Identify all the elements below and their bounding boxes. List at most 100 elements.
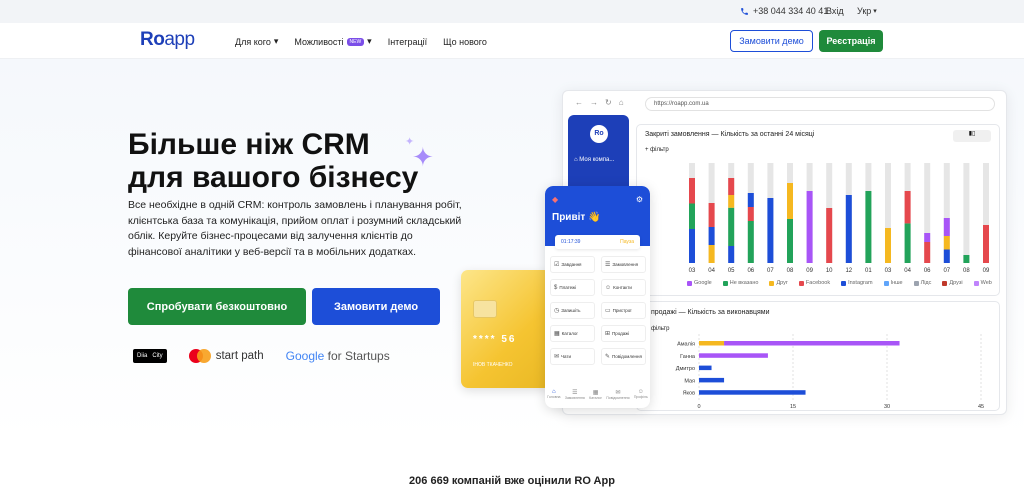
x-tick-label: 07 [767, 268, 774, 274]
bar [699, 353, 768, 358]
mobile-nav-item[interactable]: ⌂ Головна [547, 389, 560, 408]
mobile-menu-tile[interactable]: ☰ Замовлення [601, 256, 646, 273]
try-free-button[interactable]: Спробувати безкоштовно [128, 288, 306, 325]
company-name: ⌂ Моя компа... [574, 157, 614, 163]
bar-segment [747, 207, 754, 221]
y-tick-label: Мая [684, 378, 695, 384]
diia-logo-text: Diia [137, 353, 148, 359]
mobile-menu-tile[interactable]: ▦ Каталог [550, 325, 595, 342]
partner-logos: Diia City start path Google for Startups [133, 349, 390, 363]
mobile-nav-label: Головна [547, 395, 561, 399]
mobile-nav-icon: ▦ [592, 390, 599, 396]
hero-title: Більше ніж CRM для вашого бізнесу [128, 128, 448, 194]
nav-for-whom[interactable]: Для кого ▾ [235, 36, 278, 47]
x-tick-label: 09 [806, 268, 813, 274]
mobile-menu-tile[interactable]: ✉ Чати [550, 348, 595, 365]
order-demo-button[interactable]: Замовити демо [730, 30, 813, 52]
legend-label: Facebook [805, 280, 831, 286]
mobile-nav-item[interactable]: ✉ Повідомлення [606, 389, 629, 408]
legend-item: Друг [769, 280, 788, 286]
bar-segment [747, 193, 754, 207]
chart1-plot: 03 04 05 06 07 08 09 10 12 01 03 04 06 07 08 09 [689, 163, 990, 274]
nav-features[interactable]: Можливості NEW ▾ [294, 36, 371, 47]
bar [724, 341, 900, 346]
x-tick-label: 08 [963, 268, 970, 274]
legend-swatch [973, 280, 979, 286]
legend-label: Google [694, 280, 712, 286]
bar-segment [728, 207, 735, 246]
mastercard-icon [188, 349, 211, 363]
bar-segment [943, 236, 950, 250]
bar-segment [845, 195, 852, 263]
mobile-menu-tile[interactable]: ✎ Повідомлення [601, 348, 646, 365]
mobile-nav-label: Замовлення [564, 396, 585, 400]
x-tick-label: 01 [865, 268, 872, 274]
menu-tile-icon: ☑ [554, 262, 560, 268]
register-button[interactable]: Реєстрація [819, 30, 883, 52]
legend-swatch [769, 280, 775, 286]
bar-segment [943, 218, 950, 236]
nav-integrations[interactable]: Інтеграції [388, 36, 427, 47]
bar-segment [689, 203, 695, 229]
bar-segment [787, 183, 793, 219]
logo-app: app [164, 29, 195, 50]
mobile-bottom-nav: ⌂ Головна ☰ Замовлення ▦ Каталог ✉ Повідомлення… [545, 384, 650, 408]
x-tick-label: 04 [904, 268, 911, 274]
nav-whats-new[interactable]: Що нового [443, 36, 487, 47]
settings-icon: ⚙ [635, 195, 643, 204]
bar-segment [943, 249, 950, 263]
bar-segment [983, 225, 989, 263]
bar-segment [885, 228, 891, 263]
main-nav: Для кого ▾ Можливості NEW ▾ Інтеграції Що н… [235, 36, 487, 47]
time-tracker: 01:17:39 Пауза [555, 235, 640, 249]
mobile-menu-tile[interactable]: ☺ Контакти [601, 279, 646, 296]
bar-segment [708, 227, 715, 245]
ro-app-logo[interactable]: Roapp [140, 29, 195, 51]
menu-tile-icon: ✉ [554, 354, 560, 360]
new-badge: NEW [346, 37, 365, 46]
chart1-legend: Google Не вказано Друг Facebook Instagram Інш… [687, 280, 992, 286]
bar-segment [826, 208, 833, 263]
mobile-menu-tile[interactable]: ⊞ Продажі [601, 325, 646, 342]
bar-segment [747, 221, 754, 263]
home-icon: ⌂ [618, 98, 624, 107]
mobile-nav-label: Каталог [589, 396, 602, 400]
mobile-menu-tile[interactable]: ☑ Завдання [550, 256, 595, 273]
y-tick-label: Ганна [680, 354, 696, 360]
closed-orders-chart: Закриті замовлення — Кількість за останн… [636, 124, 1000, 296]
reload-icon: ↻ [605, 98, 612, 107]
timer-value: 01:17:39 [561, 239, 581, 245]
mobile-nav-item[interactable]: ☺ Профіль [634, 389, 648, 408]
legend-swatch [687, 280, 692, 286]
x-tick-label: 04 [708, 268, 715, 274]
mobile-greeting: Привіт 👋 [552, 212, 601, 223]
legend-swatch [841, 280, 847, 286]
mobile-nav-item[interactable]: ☰ Замовлення [565, 389, 585, 408]
menu-tile-label: Каталог [561, 331, 579, 336]
sparkle-icon: ✦ [412, 142, 434, 172]
pause-button[interactable]: Пауза [620, 239, 634, 245]
mobile-nav-item[interactable]: ▦ Каталог [589, 389, 602, 408]
order-demo-hero-button[interactable]: Замовити демо [312, 288, 440, 325]
mobile-menu-tile[interactable]: $ Платежі [550, 279, 595, 296]
bar-segment [689, 178, 695, 204]
legend-label: Web [980, 280, 992, 286]
mobile-menu-tile[interactable]: ▭ Пристрої [601, 302, 646, 319]
menu-tile-label: Чати [561, 354, 572, 359]
phone-link[interactable]: +38 044 334 40 41 [740, 6, 828, 16]
language-select[interactable]: Укр ▾ [857, 6, 877, 16]
bar-segment [904, 223, 911, 263]
menu-tile-icon: ▦ [554, 331, 560, 337]
forward-icon: → [590, 98, 598, 107]
mobile-menu-tile[interactable]: ◷ Запишіть [550, 302, 595, 319]
bar-segment [708, 245, 715, 263]
login-link[interactable]: Вхід [826, 6, 844, 16]
x-tick-label: 07 [943, 268, 950, 274]
legend-label: Лідс [920, 280, 932, 286]
chart2-plot: 0 15 30 45 Амалія Ганна Дмитро Мая Яков [676, 334, 984, 410]
menu-tile-icon: ⊞ [605, 331, 611, 337]
card-holder: ІНОВ ТКАЧЕНКО [473, 362, 513, 368]
mobile-nav-icon: ✉ [615, 390, 621, 396]
top-bar: +38 044 334 40 41 Вхід Укр ▾ [0, 0, 1024, 23]
legend-item: Instagram [841, 280, 873, 286]
